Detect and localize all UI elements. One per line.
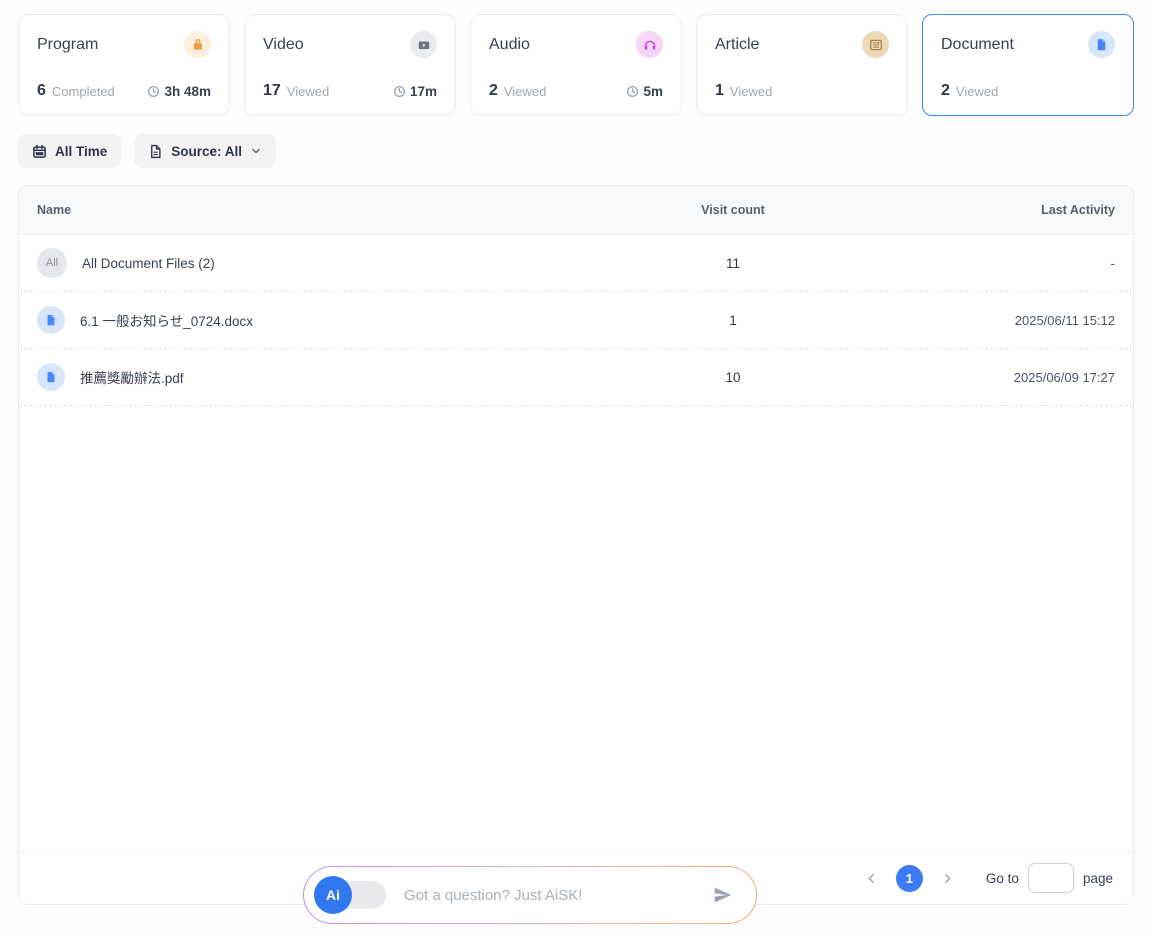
current-page-button[interactable]: 1 bbox=[896, 865, 923, 892]
audio-icon bbox=[636, 31, 663, 58]
document-count-label: Viewed bbox=[956, 84, 998, 99]
program-icon bbox=[184, 31, 211, 58]
row-visit-count: 1 bbox=[633, 313, 833, 328]
row-last-activity: 2025/06/11 15:12 bbox=[833, 313, 1133, 328]
aisk-chat-bar: Ai bbox=[303, 866, 757, 924]
chevron-left-icon bbox=[865, 872, 878, 885]
audio-count-label: Viewed bbox=[504, 84, 546, 99]
article-icon bbox=[862, 31, 889, 58]
file-icon bbox=[148, 144, 163, 159]
row-name: 推薦獎勵辦法.pdf bbox=[80, 367, 184, 387]
document-table: Name Visit count Last Activity All All D… bbox=[18, 185, 1134, 905]
time-filter-label: All Time bbox=[55, 144, 107, 159]
next-page-button[interactable] bbox=[937, 868, 958, 889]
card-document-title: Document bbox=[941, 36, 1014, 54]
previous-page-button[interactable] bbox=[861, 868, 882, 889]
table-row-docx-file[interactable]: 6.1 一般お知らせ_0724.docx 1 2025/06/11 15:12 bbox=[19, 292, 1133, 349]
column-header-last-activity: Last Activity bbox=[833, 203, 1133, 217]
aisk-question-input[interactable] bbox=[404, 887, 710, 904]
card-document[interactable]: Document 2 Viewed bbox=[922, 14, 1134, 116]
row-visit-count: 11 bbox=[633, 256, 833, 271]
clock-icon bbox=[147, 85, 160, 98]
page-label: page bbox=[1083, 871, 1113, 886]
clock-icon bbox=[626, 85, 639, 98]
send-button[interactable] bbox=[710, 882, 736, 908]
card-program-title: Program bbox=[37, 36, 98, 54]
dashboard-page: Program 6 Completed 3h 48m Video bbox=[0, 0, 1152, 936]
article-count: 1 bbox=[715, 82, 724, 100]
row-name: 6.1 一般お知らせ_0724.docx bbox=[80, 310, 253, 330]
audio-count: 2 bbox=[489, 82, 498, 100]
table-header: Name Visit count Last Activity bbox=[19, 186, 1133, 235]
program-count: 6 bbox=[37, 82, 46, 100]
video-count: 17 bbox=[263, 82, 281, 100]
content-type-cards: Program 6 Completed 3h 48m Video bbox=[18, 14, 1134, 116]
column-header-name: Name bbox=[19, 203, 633, 217]
article-count-label: Viewed bbox=[730, 84, 772, 99]
audio-duration: 5m bbox=[626, 84, 663, 99]
send-icon bbox=[712, 884, 734, 906]
document-file-icon bbox=[37, 306, 65, 334]
ai-toggle[interactable]: Ai bbox=[314, 876, 392, 914]
calendar-icon bbox=[32, 144, 47, 159]
card-video[interactable]: Video 17 Viewed 17m bbox=[244, 14, 456, 116]
document-icon bbox=[1088, 31, 1115, 58]
card-program[interactable]: Program 6 Completed 3h 48m bbox=[18, 14, 230, 116]
chevron-right-icon bbox=[941, 872, 954, 885]
column-header-visit-count: Visit count bbox=[633, 203, 833, 217]
video-icon bbox=[410, 31, 437, 58]
card-article[interactable]: Article 1 Viewed bbox=[696, 14, 908, 116]
video-count-label: Viewed bbox=[287, 84, 329, 99]
card-audio[interactable]: Audio 2 Viewed 5m bbox=[470, 14, 682, 116]
table-row-all-documents[interactable]: All All Document Files (2) 11 - bbox=[19, 235, 1133, 292]
source-filter-label: Source: All bbox=[171, 144, 242, 159]
goto-page-input[interactable] bbox=[1028, 863, 1074, 893]
clock-icon bbox=[393, 85, 406, 98]
time-filter-button[interactable]: All Time bbox=[18, 134, 121, 168]
video-duration: 17m bbox=[393, 84, 437, 99]
row-name: All Document Files (2) bbox=[82, 256, 215, 271]
card-video-title: Video bbox=[263, 36, 304, 54]
row-last-activity: - bbox=[833, 256, 1133, 271]
filter-bar: All Time Source: All bbox=[18, 134, 1134, 168]
source-filter-button[interactable]: Source: All bbox=[134, 134, 276, 168]
all-badge: All bbox=[37, 248, 67, 278]
table-row-pdf-file[interactable]: 推薦獎勵辦法.pdf 10 2025/06/09 17:27 bbox=[19, 349, 1133, 406]
document-count: 2 bbox=[941, 82, 950, 100]
chevron-down-icon bbox=[250, 145, 262, 157]
card-audio-title: Audio bbox=[489, 36, 530, 54]
program-duration: 3h 48m bbox=[147, 84, 211, 99]
card-article-title: Article bbox=[715, 36, 759, 54]
program-count-label: Completed bbox=[52, 84, 115, 99]
row-last-activity: 2025/06/09 17:27 bbox=[833, 370, 1133, 385]
document-file-icon bbox=[37, 363, 65, 391]
ai-badge: Ai bbox=[314, 876, 352, 914]
row-visit-count: 10 bbox=[633, 370, 833, 385]
goto-label: Go to bbox=[986, 871, 1019, 886]
